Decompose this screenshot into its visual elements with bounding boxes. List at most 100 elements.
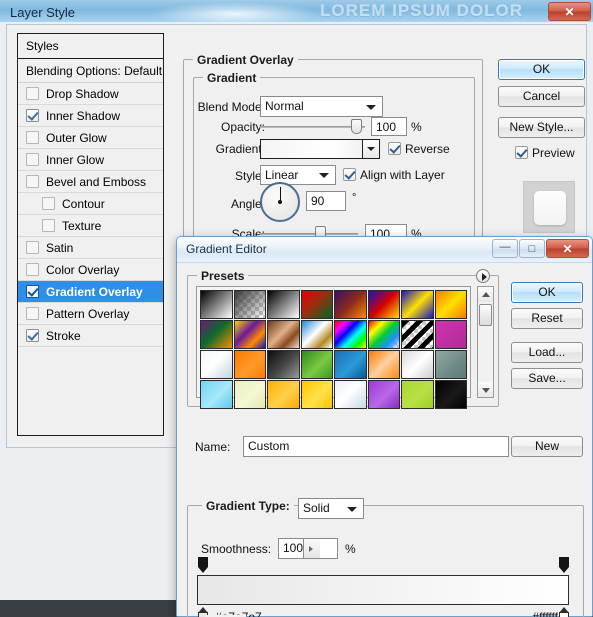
reverse-checkbox[interactable] xyxy=(388,142,401,155)
gradient-picker-dropdown[interactable] xyxy=(363,139,380,159)
preset-swatch-foreground-to-background[interactable] xyxy=(200,290,233,319)
preset-swatch-orange-white[interactable] xyxy=(367,350,400,379)
preset-swatch-silver[interactable] xyxy=(401,350,434,379)
gradient-editor-titlebar[interactable]: Gradient Editor — □ ✕ xyxy=(177,237,592,263)
preset-swatch-blue-yellow-blue[interactable] xyxy=(401,290,434,319)
blending-options-row[interactable]: Blending Options: Default xyxy=(18,59,163,83)
preview-checkbox[interactable] xyxy=(515,146,528,159)
checkbox-inner-glow[interactable] xyxy=(26,153,39,166)
presets-menu-icon[interactable] xyxy=(476,269,490,283)
preset-swatch-purple[interactable] xyxy=(367,380,400,409)
gradient-style-select[interactable]: Linear xyxy=(260,165,336,185)
swatch-gradient xyxy=(335,381,366,408)
preset-swatch-black-white[interactable] xyxy=(267,290,300,319)
preset-swatch-orange-yellow-orange[interactable] xyxy=(434,290,467,319)
preset-swatch-foreground-to-transparent[interactable] xyxy=(233,290,266,319)
preset-swatch-slate-green[interactable] xyxy=(434,350,467,379)
gradient-editor-save-button[interactable]: Save... xyxy=(511,368,583,389)
blend-mode-select[interactable]: Normal xyxy=(260,96,383,117)
checkbox-stroke[interactable] xyxy=(26,329,39,342)
checkbox-color-overlay[interactable] xyxy=(26,263,39,276)
maximize-button[interactable]: □ xyxy=(519,239,545,258)
preset-swatch-steel-light[interactable] xyxy=(200,350,233,379)
preset-swatch-amber[interactable] xyxy=(267,380,300,409)
preset-swatch-copper[interactable] xyxy=(267,320,300,349)
gradient-editor-ok-button[interactable]: OK xyxy=(511,282,583,303)
layer-style-close-button[interactable]: ✕ xyxy=(548,2,591,21)
scroll-down-icon[interactable] xyxy=(478,382,493,397)
style-row-texture[interactable]: Texture xyxy=(18,215,163,237)
angle-dial[interactable] xyxy=(260,182,300,222)
opacity-input[interactable]: 100 xyxy=(371,117,407,136)
checkbox-contour[interactable] xyxy=(42,197,55,210)
preset-swatch-magenta-solid[interactable] xyxy=(434,320,467,349)
checkbox-pattern-overlay[interactable] xyxy=(26,307,39,320)
style-row-inner-shadow[interactable]: Inner Shadow xyxy=(18,105,163,127)
preset-swatch-transparent-stripes[interactable] xyxy=(401,320,434,349)
align-with-layer-checkbox[interactable] xyxy=(343,168,356,181)
checkbox-satin[interactable] xyxy=(26,241,39,254)
preset-swatch-red-green[interactable] xyxy=(300,290,333,319)
layer-style-ok-button[interactable]: OK xyxy=(498,59,585,80)
preset-swatch-gold[interactable] xyxy=(300,380,333,409)
preset-swatch-cyan-light[interactable] xyxy=(200,380,233,409)
style-row-color-overlay[interactable]: Color Overlay xyxy=(18,259,163,281)
preset-swatch-spectrum[interactable] xyxy=(334,320,367,349)
preset-swatch-black-fade[interactable] xyxy=(434,380,467,409)
style-row-gradient-overlay[interactable]: Gradient Overlay xyxy=(18,281,163,303)
color-stop-right[interactable] xyxy=(558,607,570,617)
opacity-stop-left[interactable] xyxy=(197,557,209,574)
scrollbar-thumb[interactable] xyxy=(479,304,492,326)
checkbox-inner-shadow[interactable] xyxy=(26,109,39,122)
gradient-editor-close-button[interactable]: ✕ xyxy=(546,239,589,258)
scroll-up-icon[interactable] xyxy=(478,287,493,302)
preview-label: Preview xyxy=(532,146,575,160)
preset-swatch-yellow-violet-orange-blue[interactable] xyxy=(233,320,266,349)
preset-swatch-violet-orange[interactable] xyxy=(334,290,367,319)
style-row-outer-glow[interactable]: Outer Glow xyxy=(18,127,163,149)
smoothness-input[interactable]: 100 xyxy=(278,538,338,559)
checkbox-gradient-overlay[interactable] xyxy=(26,285,39,298)
presets-scrollbar[interactable] xyxy=(477,286,494,398)
preset-swatch-orange-bright[interactable] xyxy=(233,350,266,379)
layer-style-titlebar[interactable]: Layer Style ✕ xyxy=(2,2,591,24)
style-row-contour[interactable]: Contour xyxy=(18,193,163,215)
style-row-inner-glow[interactable]: Inner Glow xyxy=(18,149,163,171)
new-gradient-button[interactable]: New xyxy=(511,436,583,457)
preset-swatch-transparent-rainbow[interactable] xyxy=(367,320,400,349)
new-style-button[interactable]: New Style... xyxy=(498,117,585,138)
opacity-slider[interactable] xyxy=(260,119,365,134)
opacity-slider-thumb[interactable] xyxy=(351,119,362,134)
gradient-editor-load-button[interactable]: Load... xyxy=(511,342,583,363)
preset-swatch-lime[interactable] xyxy=(401,380,434,409)
preset-swatch-green-grass[interactable] xyxy=(300,350,333,379)
style-row-stroke[interactable]: Stroke xyxy=(18,325,163,347)
style-row-pattern-overlay[interactable]: Pattern Overlay xyxy=(18,303,163,325)
gradient-bar[interactable] xyxy=(197,575,569,605)
checkbox-outer-glow[interactable] xyxy=(26,131,39,144)
opacity-stop-right[interactable] xyxy=(558,557,570,574)
preset-swatch-blue-sky[interactable] xyxy=(334,350,367,379)
presets-well[interactable] xyxy=(196,286,471,409)
preset-swatch-pale-yellow[interactable] xyxy=(233,380,266,409)
style-row-drop-shadow[interactable]: Drop Shadow xyxy=(18,83,163,105)
preset-swatch-violet-green-orange[interactable] xyxy=(200,320,233,349)
style-row-bevel-and-emboss[interactable]: Bevel and Emboss xyxy=(18,171,163,193)
checkbox-drop-shadow[interactable] xyxy=(26,87,39,100)
gradient-name-input[interactable]: Custom xyxy=(243,436,509,457)
checkbox-texture[interactable] xyxy=(42,219,55,232)
smoothness-spinner-icon[interactable] xyxy=(303,539,321,558)
style-row-satin[interactable]: Satin xyxy=(18,237,163,259)
style-label-stroke: Stroke xyxy=(46,329,81,343)
preset-swatch-pale-blue[interactable] xyxy=(334,380,367,409)
gradient-preview-swatch[interactable] xyxy=(260,139,363,159)
minimize-button[interactable]: — xyxy=(492,239,518,258)
gradient-editor-reset-button[interactable]: Reset xyxy=(511,308,583,329)
gradient-type-select[interactable]: Solid xyxy=(298,498,364,519)
layer-style-cancel-button[interactable]: Cancel xyxy=(498,86,585,107)
preset-swatch-blue-red-yellow[interactable] xyxy=(367,290,400,319)
checkbox-bevel-and-emboss[interactable] xyxy=(26,175,39,188)
preset-swatch-black-gray[interactable] xyxy=(267,350,300,379)
angle-input[interactable]: 90 xyxy=(306,191,346,211)
preset-swatch-chrome[interactable] xyxy=(300,320,333,349)
